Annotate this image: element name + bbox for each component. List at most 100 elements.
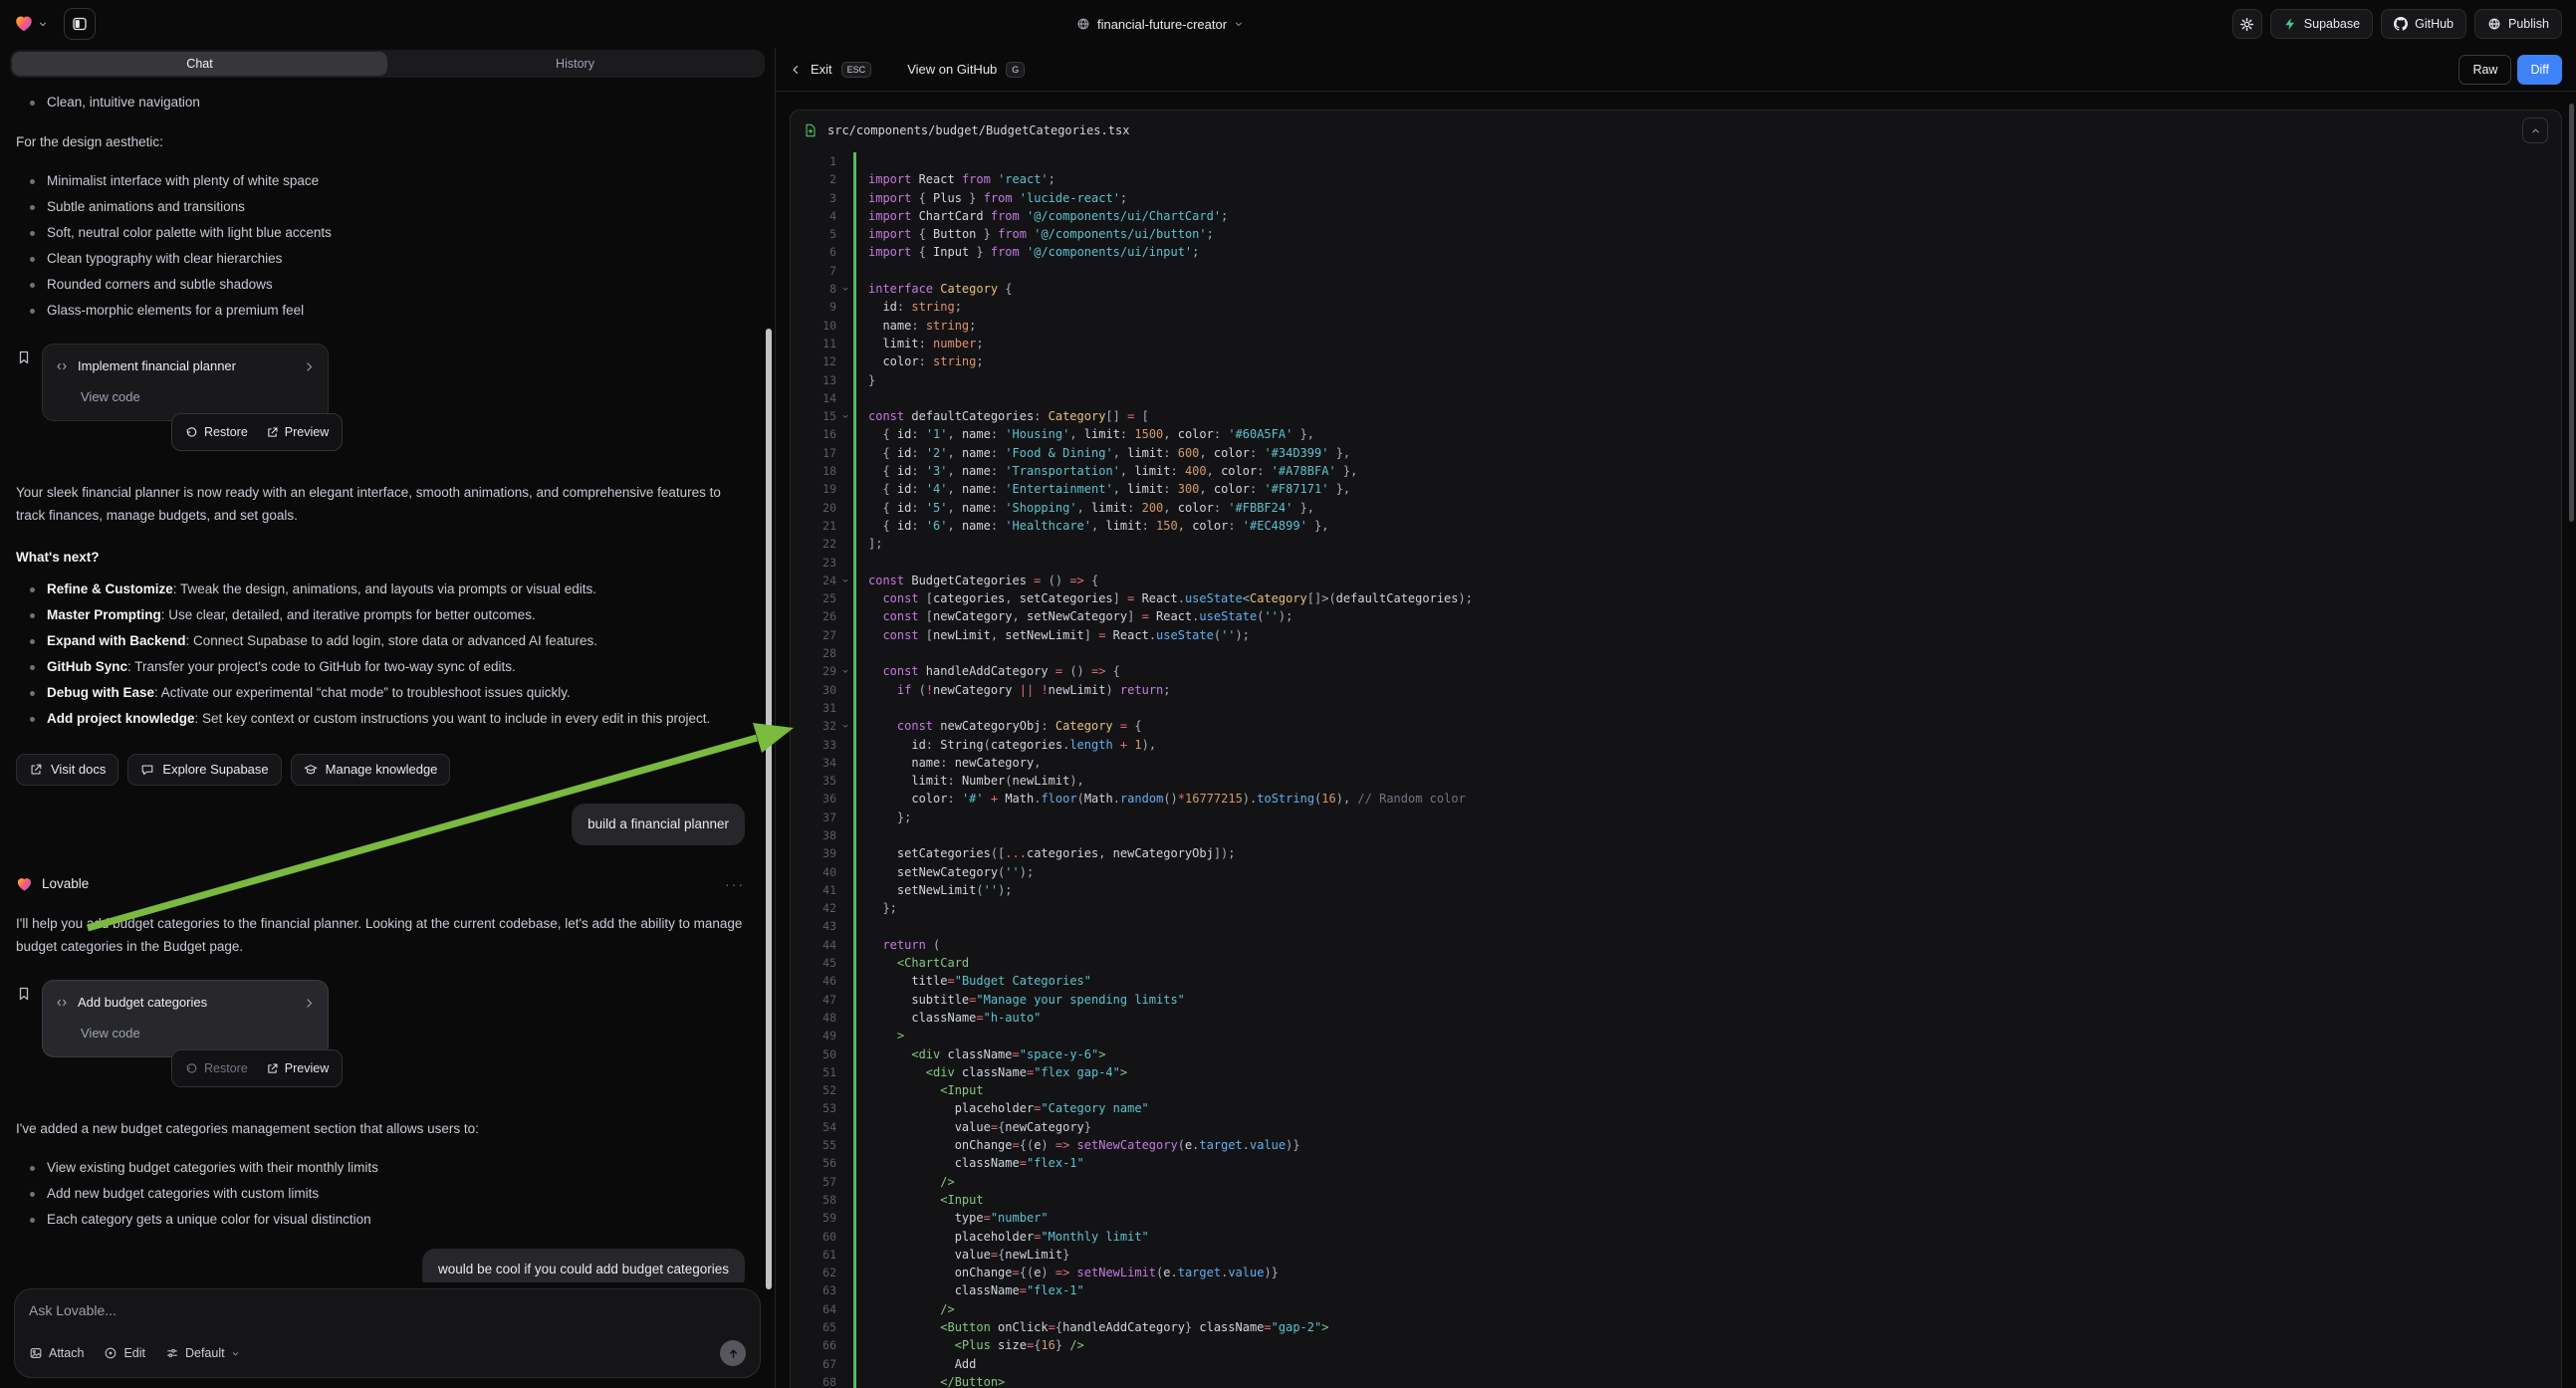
- fold-spacer: [836, 1063, 853, 1081]
- fold-chevron-icon[interactable]: [836, 280, 853, 298]
- project-switcher[interactable]: financial-future-creator: [1076, 0, 1244, 48]
- version-card[interactable]: Implement financial planner View code: [42, 344, 329, 421]
- code-line-content: };: [853, 809, 2561, 826]
- code-line: 43: [791, 917, 2561, 935]
- tab-chat[interactable]: Chat: [12, 52, 387, 76]
- preview-button[interactable]: Preview: [266, 421, 329, 443]
- diff-button[interactable]: Diff: [2517, 55, 2562, 85]
- code-lines: 12import React from 'react';3import { Pl…: [791, 150, 2561, 1388]
- collapse-file-button[interactable]: [2522, 117, 2548, 143]
- fold-spacer: [836, 1281, 853, 1299]
- restore-icon: [185, 426, 198, 439]
- code-line: 60 placeholder="Monthly limit": [791, 1228, 2561, 1246]
- fold-spacer: [836, 881, 853, 899]
- restore-button[interactable]: Restore: [185, 421, 248, 443]
- code-line: 13}: [791, 371, 2561, 389]
- github-button[interactable]: GitHub: [2381, 9, 2466, 39]
- preview-label: Preview: [285, 421, 329, 443]
- fold-spacer: [836, 954, 853, 972]
- mode-select[interactable]: Default: [165, 1346, 240, 1360]
- exit-button[interactable]: Exit: [811, 62, 832, 77]
- file-header[interactable]: src/components/budget/BudgetCategories.t…: [791, 111, 2561, 150]
- view-on-github-button[interactable]: View on GitHub: [907, 62, 997, 77]
- send-button[interactable]: [720, 1340, 746, 1366]
- button-label: Explore Supabase: [162, 759, 268, 781]
- chat-scrollbar[interactable]: [766, 329, 772, 1289]
- code-line: 61 value={newLimit}: [791, 1246, 2561, 1264]
- manage-knowledge-button[interactable]: Manage knowledge: [291, 754, 451, 786]
- fold-spacer: [836, 1118, 853, 1136]
- code-line-content: { id: '4', name: 'Entertainment', limit:…: [853, 480, 2561, 498]
- fold-chevron-icon[interactable]: [836, 572, 853, 589]
- message-more-button[interactable]: ···: [725, 873, 745, 895]
- fold-spacer: [836, 991, 853, 1009]
- publish-button[interactable]: Publish: [2474, 9, 2562, 39]
- line-number: 59: [791, 1209, 836, 1227]
- toggle-sidebar-button[interactable]: [64, 8, 96, 40]
- restore-button[interactable]: Restore: [185, 1057, 248, 1079]
- chat-input-box[interactable]: Ask Lovable... Attach Edit Default: [14, 1288, 761, 1378]
- code-line-content: { id: '3', name: 'Transportation', limit…: [853, 462, 2561, 480]
- line-number: 15: [791, 407, 836, 425]
- attach-button[interactable]: Attach: [29, 1346, 84, 1360]
- supabase-label: Supabase: [2304, 17, 2360, 31]
- code-line: 17 { id: '2', name: 'Food & Dining', lim…: [791, 444, 2561, 462]
- version-card-title: Add budget categories: [78, 992, 294, 1014]
- line-number: 30: [791, 681, 836, 699]
- fold-spacer: [836, 1136, 853, 1154]
- image-attach-icon: [29, 1346, 43, 1360]
- explore-supabase-button[interactable]: Explore Supabase: [127, 754, 281, 786]
- fold-chevron-icon[interactable]: [836, 662, 853, 680]
- fold-spacer: [836, 736, 853, 754]
- globe-icon: [2487, 17, 2501, 31]
- fold-chevron-icon[interactable]: [836, 407, 853, 425]
- raw-button[interactable]: Raw: [2459, 55, 2511, 85]
- code-line-content: title="Budget Categories": [853, 972, 2561, 990]
- code-line-content: limit: number;: [853, 335, 2561, 352]
- bookmark-icon[interactable]: [16, 986, 32, 1087]
- view-code-link[interactable]: View code: [81, 1023, 316, 1044]
- line-number: 42: [791, 899, 836, 917]
- code-line-content: [853, 826, 2561, 844]
- edit-button[interactable]: Edit: [104, 1346, 145, 1360]
- view-code-link[interactable]: View code: [81, 386, 316, 408]
- settings-button[interactable]: [2232, 9, 2262, 39]
- code-scrollbar[interactable]: [2569, 104, 2574, 522]
- supabase-button[interactable]: Supabase: [2270, 9, 2373, 39]
- file-added-icon: [804, 123, 818, 137]
- tab-history[interactable]: History: [387, 52, 763, 76]
- version-card[interactable]: Add budget categories View code: [42, 980, 329, 1057]
- lovable-heart-icon: [14, 14, 34, 34]
- chat-tabs: Chat History: [10, 50, 765, 78]
- code-line: 5import { Button } from '@/components/ui…: [791, 225, 2561, 243]
- lovable-logo-menu[interactable]: [14, 14, 48, 34]
- chevron-right-icon: [303, 360, 316, 373]
- code-line: 16 { id: '1', name: 'Housing', limit: 15…: [791, 425, 2561, 443]
- fold-spacer: [836, 152, 853, 170]
- version-card-title: Implement financial planner: [78, 355, 294, 377]
- visit-docs-button[interactable]: Visit docs: [16, 754, 118, 786]
- list-item: Expand with Backend: Connect Supabase to…: [16, 630, 745, 652]
- bookmark-icon[interactable]: [16, 349, 32, 451]
- fold-spacer: [836, 1173, 853, 1191]
- code-line: 59 type="number": [791, 1209, 2561, 1227]
- code-line: 38: [791, 826, 2561, 844]
- fold-chevron-icon[interactable]: [836, 717, 853, 735]
- code-line: 62 onChange={(e) => setNewLimit(e.target…: [791, 1264, 2561, 1281]
- code-line-content: type="number": [853, 1209, 2561, 1227]
- line-number: 43: [791, 917, 836, 935]
- user-message: build a financial planner: [16, 804, 745, 845]
- list-item-text: Clean typography with clear hierarchies: [47, 248, 282, 270]
- fold-spacer: [836, 790, 853, 808]
- list-item-text: Master Prompting: Use clear, detailed, a…: [47, 604, 536, 626]
- code-line-content: const defaultCategories: Category[] = [: [853, 407, 2561, 425]
- chat-input[interactable]: Ask Lovable...: [29, 1302, 746, 1318]
- code-line: 40 setNewCategory('');: [791, 863, 2561, 881]
- code-line: 14: [791, 389, 2561, 407]
- line-number: 4: [791, 207, 836, 225]
- chat-bubble-icon: [140, 763, 154, 777]
- line-number: 35: [791, 772, 836, 790]
- list-item: Clean typography with clear hierarchies: [16, 248, 745, 270]
- preview-button[interactable]: Preview: [266, 1057, 329, 1079]
- project-name: financial-future-creator: [1097, 17, 1227, 32]
